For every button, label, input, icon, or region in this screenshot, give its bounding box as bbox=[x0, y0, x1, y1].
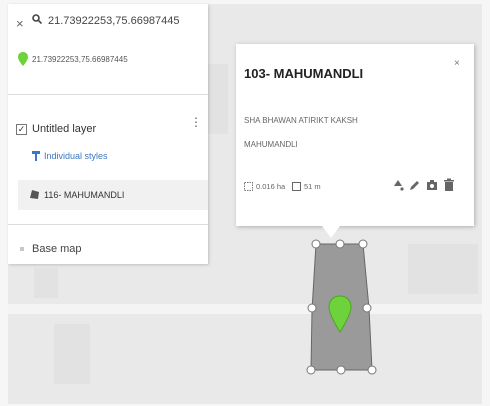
popup-close-button[interactable]: × bbox=[454, 58, 460, 69]
feature-popup: 103- MAHUMANDLI × SHA BHAWAN ATIRIKT KAK… bbox=[236, 44, 474, 226]
vertex-handle bbox=[311, 239, 321, 249]
area-icon bbox=[244, 182, 253, 191]
vertex-handle bbox=[358, 239, 368, 249]
vertex-handle bbox=[367, 365, 377, 375]
vertex-handle bbox=[306, 365, 316, 375]
area-value: 0.016 ha bbox=[256, 182, 286, 191]
camera-icon[interactable] bbox=[426, 178, 438, 192]
vertex-handle bbox=[335, 239, 345, 249]
popup-pointer bbox=[322, 226, 340, 238]
popup-description-line2: MAHUMANDLI bbox=[244, 140, 298, 149]
vertex-handle bbox=[307, 303, 317, 313]
length-value: 51 m bbox=[304, 182, 321, 191]
vertex-handle bbox=[336, 365, 346, 375]
delete-icon[interactable] bbox=[443, 178, 455, 192]
length-icon bbox=[292, 182, 301, 191]
vertex-handle bbox=[362, 303, 372, 313]
popup-description-line1: SHA BHAWAN ATIRIKT KAKSH bbox=[244, 116, 358, 125]
edit-icon[interactable] bbox=[408, 178, 420, 192]
style-icon[interactable] bbox=[392, 178, 404, 192]
popup-title: 103- MAHUMANDLI bbox=[244, 66, 364, 81]
